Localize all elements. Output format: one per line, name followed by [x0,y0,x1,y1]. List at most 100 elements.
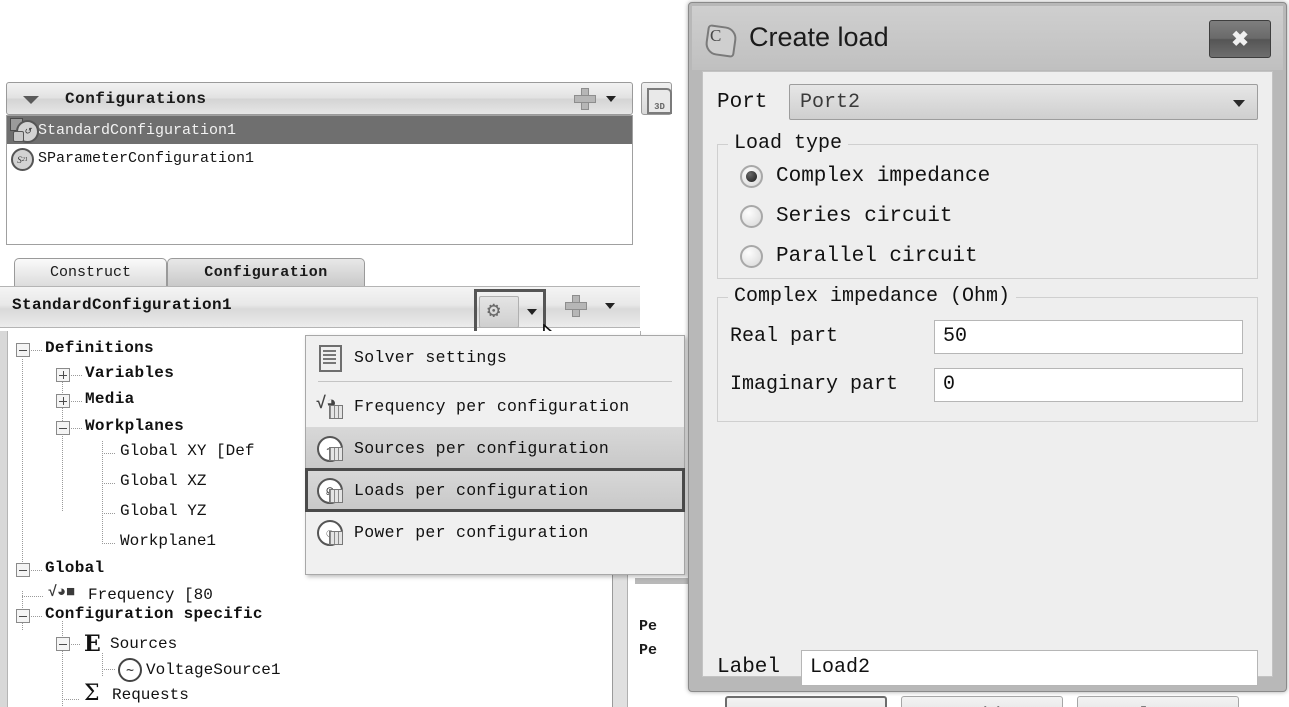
screenshot-root: Configurations 3D ↺ StandardConfiguratio… [0,0,1289,707]
configurations-list[interactable]: ↺ StandardConfiguration1 S 21 SParameterC… [6,115,633,245]
tree-node-global-xz[interactable]: Global XZ [120,472,206,490]
create-button[interactable]: Create [725,696,887,707]
voltage-source-icon: ∼ [118,658,142,682]
tree-node-global-xy[interactable]: Global XY [Def [120,442,254,460]
tree-expander-configuration-specific[interactable] [16,609,30,623]
complex-impedance-group: Complex impedance (Ohm) Real part 50 Ima… [717,285,1258,422]
tree-expander-workplanes[interactable] [56,421,70,435]
tree-expander-sources[interactable] [56,637,70,651]
menu-item-label: Solver settings [354,347,508,367]
power-icon: ☉ [316,518,344,546]
port-label: Port [717,91,768,114]
standard-configuration-icon: ↺ [10,118,39,143]
tree-node-global[interactable]: Global [45,559,104,577]
menu-item-solver-settings[interactable]: Solver settings [306,336,684,378]
load-type-group: Load type Complex impedance Series circu… [717,132,1258,279]
caret-down-icon[interactable] [605,303,615,309]
view-3d-button[interactable]: 3D [641,82,672,115]
tree-line [71,401,83,402]
tree-node-media[interactable]: Media [85,390,135,408]
radio-complex-impedance[interactable]: Complex impedance [740,159,990,193]
radio-parallel-circuit[interactable]: Parallel circuit [740,239,978,273]
tree-node-variables[interactable]: Variables [85,364,174,382]
tree-node-global-yz[interactable]: Global YZ [120,502,206,520]
list-item-label: SParameterConfiguration1 [38,149,255,167]
loads-icon: ☊ [316,476,344,504]
close-button[interactable]: Close [1077,696,1239,707]
tree-expander-definitions[interactable] [16,343,30,357]
tabstrip: Construct Configuration [6,258,633,286]
sigma-icon: Σ [84,681,100,706]
tree-node-sources[interactable]: Sources [110,635,177,653]
dialog-button-row: Create Add Close [725,696,1252,707]
menu-item-sources-per-configuration[interactable]: ∼ Sources per configuration [306,427,684,469]
view-3d-icon: 3D [647,88,672,114]
menu-separator [318,381,672,382]
menu-item-loads-per-configuration[interactable]: ☊ Loads per configuration [305,468,685,512]
tree-expander-variables[interactable] [56,368,70,382]
radio-label: Complex impedance [776,164,991,188]
tree-expander-global[interactable] [16,563,30,577]
add-button[interactable]: Add [901,696,1063,707]
create-load-icon: C [704,22,738,58]
secondary-pane-line-1: Pe [639,618,658,635]
tree-line [31,616,43,617]
tab-construct[interactable]: Construct [14,258,167,286]
list-item-label: StandardConfiguration1 [38,121,237,139]
configuration-toolbar-title: StandardConfiguration1 [12,296,233,314]
radio-button[interactable] [740,244,763,268]
close-icon[interactable]: ✖ [1209,20,1271,58]
create-load-dialog: C Create load ✖ Port Port2 Load type Com… [688,2,1287,707]
port-select[interactable]: Port2 [789,84,1258,120]
imaginary-part-input[interactable]: 0 [934,368,1243,402]
tree-node-workplane1[interactable]: Workplane1 [120,532,216,550]
e-field-icon: E [84,631,101,657]
caret-down-icon[interactable] [606,96,616,102]
menu-item-label: Sources per configuration [354,438,610,458]
frequency-icon: √◕ [316,392,344,420]
secondary-pane-scrollbar[interactable] [613,560,628,707]
tree-node-requests[interactable]: Requests [112,686,189,704]
sources-icon: ∼ [316,434,344,462]
tree-expander-media[interactable] [56,394,70,408]
radio-series-circuit[interactable]: Series circuit [740,199,952,233]
list-item[interactable]: S 21 SParameterConfiguration1 [7,144,632,172]
tree-line [102,513,116,514]
tree-line [71,644,81,645]
menu-item-label: Loads per configuration [354,480,589,500]
plus-icon[interactable] [565,295,587,317]
tree-scrollbar[interactable] [0,331,8,707]
menu-item-power-per-configuration[interactable]: ☉ Power per configuration [306,511,684,553]
list-item[interactable]: ↺ StandardConfiguration1 [7,116,632,144]
radio-button[interactable] [740,164,763,188]
tree-node-frequency[interactable]: Frequency [80 [88,586,213,604]
menu-item-frequency-per-configuration[interactable]: √◕ Frequency per configuration [306,385,684,427]
tree-line [22,596,44,597]
real-part-label: Real part [730,325,839,348]
dialog-body: Port Port2 Load type Complex impedance S… [702,71,1273,707]
tree-line [62,621,63,707]
tab-configuration[interactable]: Configuration [167,258,365,286]
tree-node-configuration-specific[interactable]: Configuration specific [45,605,263,623]
real-part-input[interactable]: 50 [934,320,1243,354]
tree-line [102,441,103,543]
gear-button-highlight [474,289,546,337]
triangle-down-icon[interactable] [23,96,39,104]
context-menu[interactable]: Solver settings √◕ Frequency per configu… [305,335,685,575]
tree-node-definitions[interactable]: Definitions [45,339,154,357]
tree-node-voltagesource1[interactable]: VoltageSource1 [146,661,280,679]
tree-line [71,428,83,429]
plus-icon[interactable] [574,88,596,110]
radio-button[interactable] [740,204,763,228]
label-input[interactable]: Load2 [801,650,1258,686]
secondary-pane-header [635,578,691,584]
tree-line [102,653,103,677]
label-row: Label Load2 [717,650,1258,686]
tree-line [102,543,116,544]
configurations-panel-header: Configurations [6,82,633,115]
chevron-down-icon[interactable] [1233,100,1245,107]
complex-impedance-group-title: Complex impedance (Ohm) [728,285,1017,308]
tree-node-workplanes[interactable]: Workplanes [85,417,184,435]
port-select-value: Port2 [800,91,861,114]
dialog-titlebar: C Create load ✖ [692,6,1283,70]
